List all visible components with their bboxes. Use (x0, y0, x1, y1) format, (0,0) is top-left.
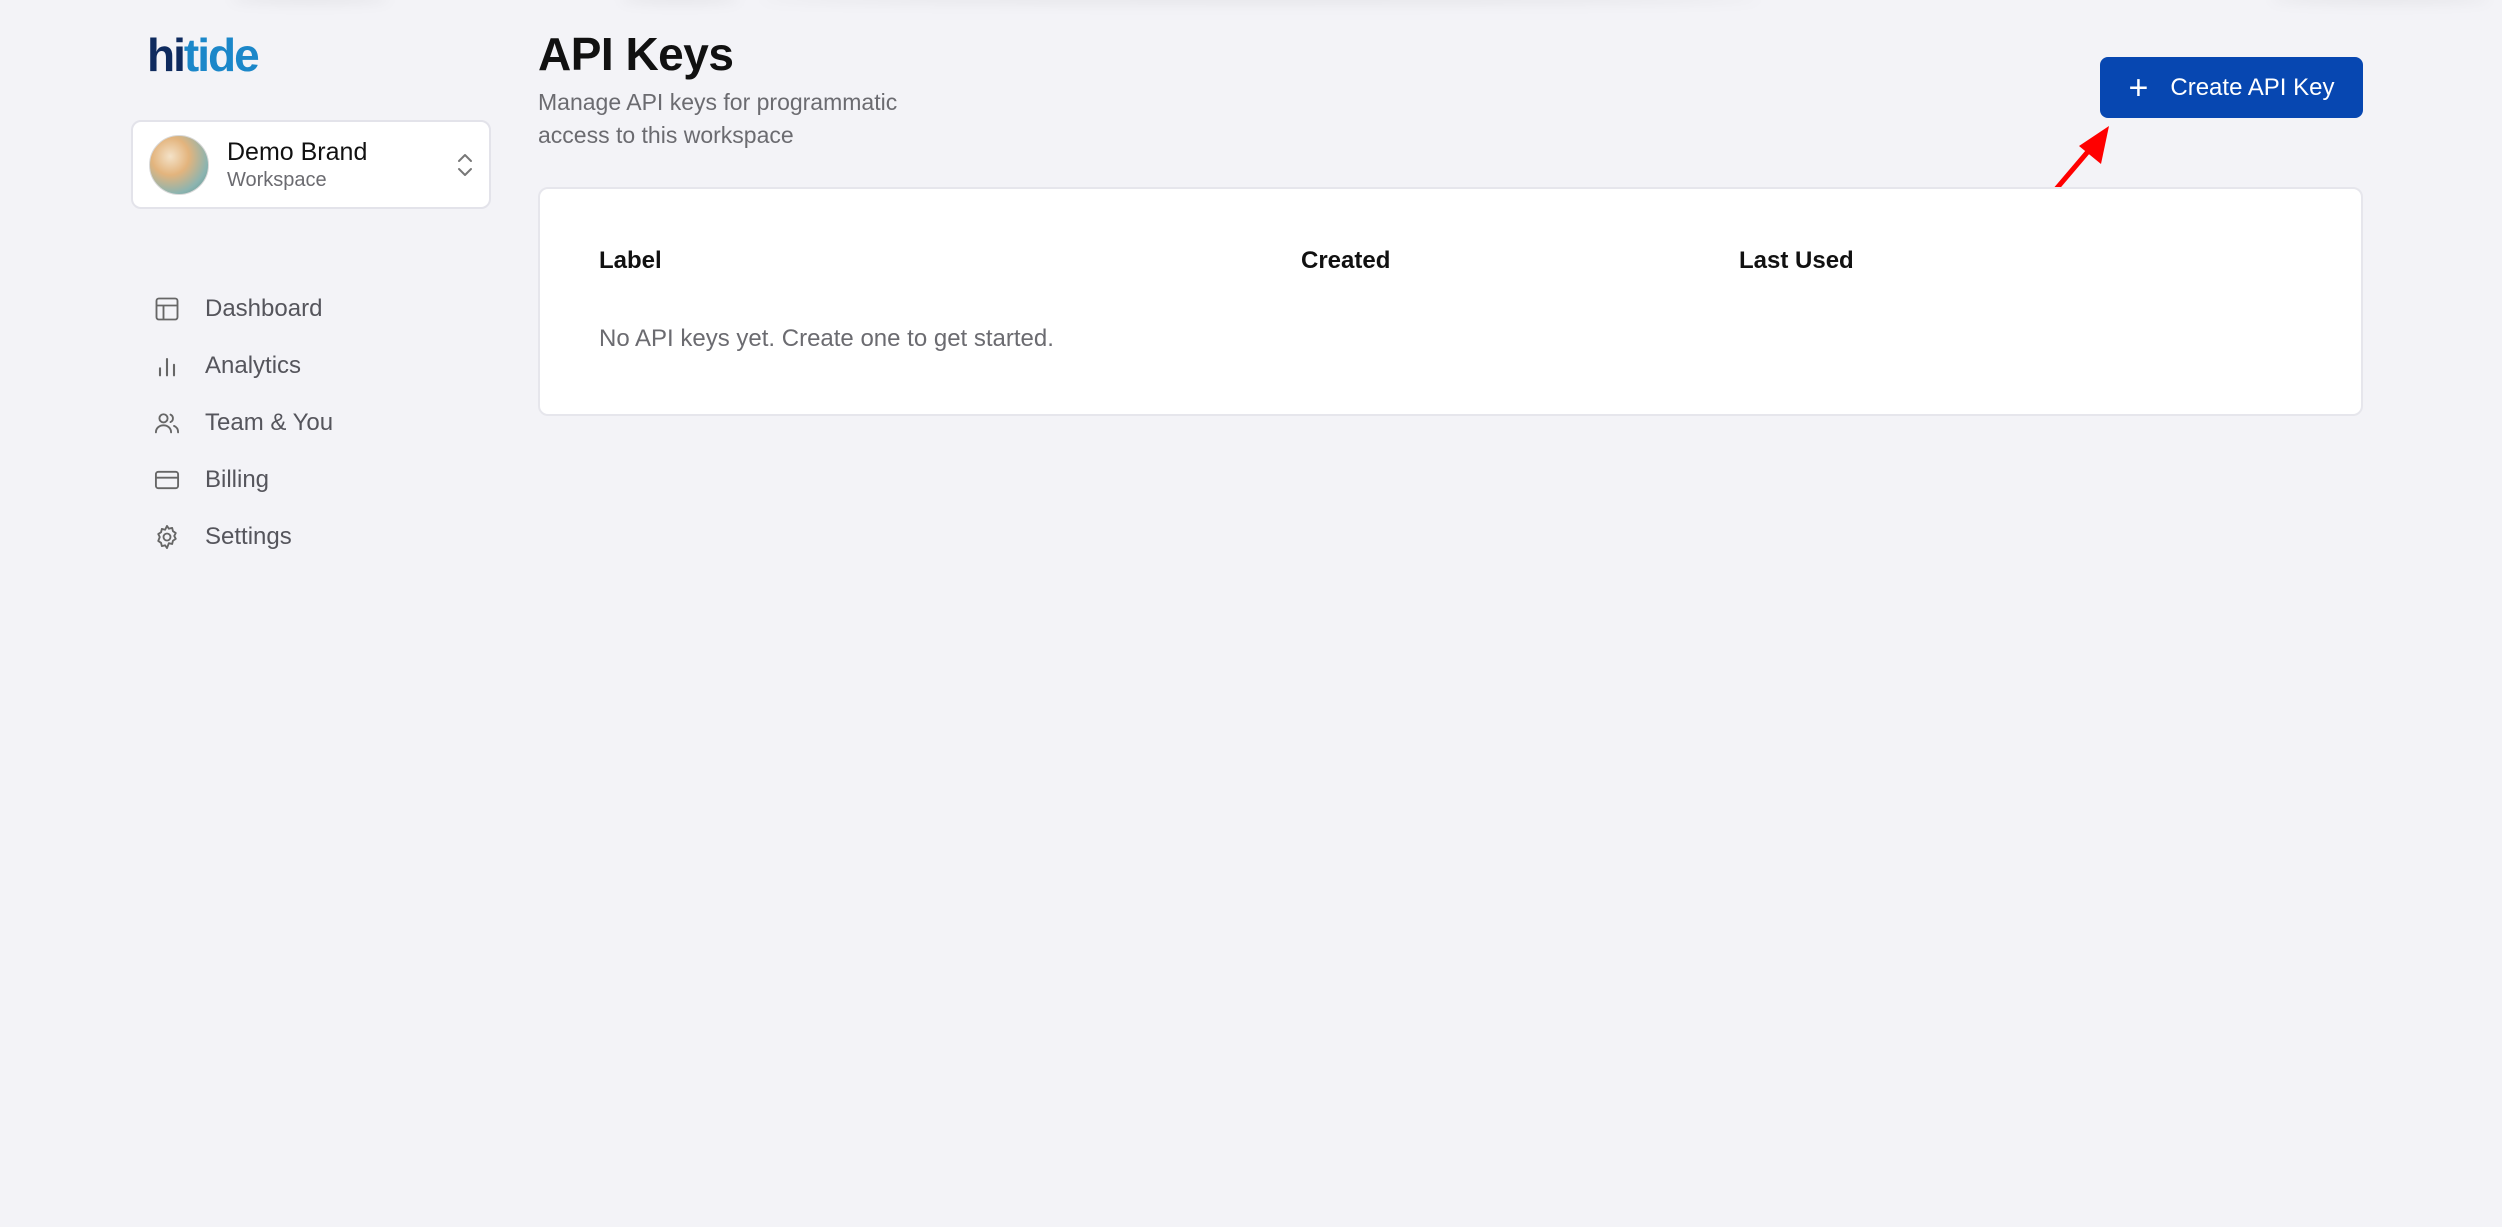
create-api-key-button[interactable]: + Create API Key (2100, 57, 2363, 118)
workspace-switcher[interactable]: Demo Brand Workspace (131, 120, 491, 209)
sidebar-nav: Dashboard Analytics Team & You Billing S… (152, 280, 333, 565)
sidebar-item-dashboard[interactable]: Dashboard (152, 280, 333, 337)
sidebar-item-label: Billing (205, 465, 270, 493)
credit-card-icon (152, 465, 182, 495)
logo-part-tide: tide (183, 29, 260, 81)
logo-part-hi: hi (147, 29, 186, 81)
workspace-avatar (149, 134, 209, 195)
workspace-subtitle: Workspace (227, 168, 327, 191)
api-keys-table: Label Created Last Used No API keys yet.… (538, 187, 2363, 416)
chevron-up-down-icon (458, 154, 472, 176)
workspace-text: Demo Brand Workspace (227, 137, 367, 193)
top-shadow (2270, 0, 2490, 4)
page-subtitle: Manage API keys for programmatic access … (538, 89, 898, 148)
top-shadow (230, 0, 390, 4)
page-title: API Keys (538, 28, 734, 80)
column-header-last-used[interactable]: Last Used (1739, 247, 1854, 275)
plus-icon: + (2128, 68, 2149, 107)
sidebar-item-team[interactable]: Team & You (152, 394, 333, 451)
hitide-logo[interactable]: hitide (147, 29, 260, 81)
column-header-label[interactable]: Label (599, 247, 662, 275)
sidebar-item-billing[interactable]: Billing (152, 451, 333, 508)
page: hitide Demo Brand Workspace Dashboard An… (0, 0, 2502, 1227)
sidebar-item-settings[interactable]: Settings (152, 508, 333, 565)
sidebar-item-analytics[interactable]: Analytics (152, 337, 333, 394)
sidebar-item-label: Dashboard (205, 294, 323, 322)
create-api-key-label: Create API Key (2170, 73, 2335, 101)
sidebar-item-label: Settings (205, 522, 292, 550)
top-shadow (760, 0, 1760, 4)
bar-chart-icon (152, 351, 182, 381)
column-header-created[interactable]: Created (1301, 247, 1390, 275)
layout-icon (152, 294, 182, 324)
sidebar-item-label: Team & You (205, 408, 334, 436)
sidebar-item-label: Analytics (205, 351, 302, 379)
top-shadow (620, 0, 740, 4)
empty-state-text: No API keys yet. Create one to get start… (599, 325, 1054, 352)
gear-icon (152, 522, 182, 552)
users-icon (152, 408, 182, 438)
workspace-name: Demo Brand (227, 137, 368, 166)
